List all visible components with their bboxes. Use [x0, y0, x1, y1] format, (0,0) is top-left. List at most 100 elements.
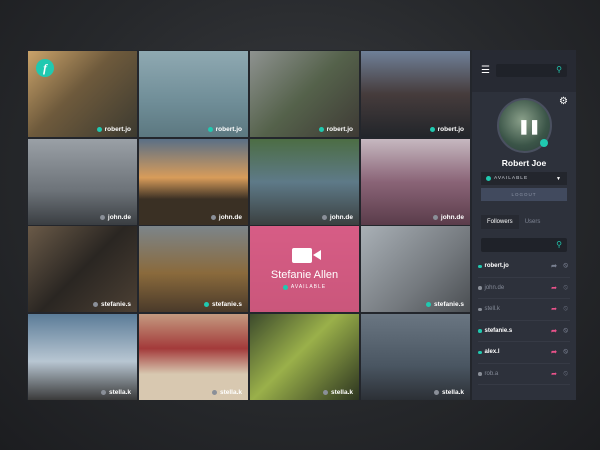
tile-username: stefanie.s [101, 301, 131, 308]
tile-username: john.de [440, 213, 464, 221]
photo-tile[interactable]: stefanie.s [139, 226, 248, 312]
status-dot [478, 350, 482, 354]
tab-followers[interactable]: Followers [481, 215, 519, 229]
status-dot [322, 389, 328, 395]
status-label: AVAILABLE [494, 176, 529, 181]
status-dot [207, 127, 213, 132]
tile-user[interactable]: john.de [210, 214, 242, 221]
video-camera-icon[interactable] [291, 248, 321, 263]
status-dot [99, 214, 105, 220]
tile-user[interactable]: john.de [432, 213, 464, 221]
status-dot [96, 127, 102, 132]
tile-username: robert.jo [215, 126, 242, 133]
status-dot [478, 372, 482, 376]
followers-search-input[interactable]: ⚲ [481, 238, 567, 252]
share-icon[interactable]: ➦ [551, 305, 557, 313]
status-dot [486, 176, 491, 181]
list-item[interactable]: robert.jo ➦ ⦸ [478, 256, 570, 278]
tile-user[interactable]: stefanie.s [204, 301, 242, 308]
block-icon[interactable]: ⦸ [563, 348, 568, 356]
status-dot [321, 214, 327, 220]
tile-user[interactable]: stella.k [322, 389, 353, 396]
block-icon[interactable]: ⦸ [563, 262, 568, 270]
search-icon[interactable]: ⚲ [556, 240, 562, 249]
status-label: AVAILABLE [290, 284, 327, 290]
tab-users[interactable]: Users [519, 215, 547, 229]
photo-tile[interactable]: robert.jo [139, 51, 248, 137]
tile-user[interactable]: stella.k [433, 389, 464, 396]
status-dot [478, 286, 482, 290]
photo-tile[interactable]: stella.k [139, 313, 248, 400]
logout-button[interactable]: LOGOUT [481, 188, 567, 201]
highlight-status: AVAILABLE [282, 284, 327, 290]
tile-user[interactable]: stefanie.s [93, 301, 131, 308]
list-item[interactable]: rob.a ➦ ⦸ [478, 364, 570, 385]
photo-tile[interactable]: f robert.jo [28, 51, 137, 137]
photo-tile[interactable]: john.de [361, 138, 470, 225]
tile-username: stefanie.s [212, 301, 242, 308]
menu-icon[interactable]: ☰ [481, 65, 490, 76]
status-dot [100, 389, 106, 395]
photo-tile[interactable]: stefanie.s [361, 226, 470, 312]
status-dropdown[interactable]: AVAILABLE ▼ [481, 172, 567, 185]
status-dot [282, 284, 288, 290]
photo-tile[interactable]: john.de [139, 138, 248, 225]
photo-tile[interactable]: stella.k [361, 313, 470, 400]
online-indicator [540, 139, 548, 147]
follower-name: john.de [484, 284, 505, 291]
photo-tile[interactable]: stella.k [28, 313, 137, 400]
list-item[interactable]: alex.l ➦ ⦸ [478, 342, 570, 364]
sidebar-header: ☰ ⚲ [472, 50, 576, 92]
tile-user[interactable]: robert.jo [207, 126, 242, 133]
search-icon[interactable]: ⚲ [556, 65, 562, 74]
photo-tile[interactable]: Stefanie Allen AVAILABLE [250, 226, 359, 312]
sidebar: ☰ ⚲ ⚙ ❚❚ Robert Joe AVAILABLE ▼ LOGOUT Fo… [472, 50, 576, 400]
profile-name: Robert Joe [501, 158, 547, 168]
photo-tile[interactable]: stefanie.s [28, 226, 137, 312]
list-item[interactable]: stefanie.s ➦ ⦸ [478, 321, 570, 342]
tile-user[interactable]: stella.k [211, 388, 242, 396]
share-icon[interactable]: ➦ [551, 262, 557, 270]
tile-user[interactable]: robert.jo [96, 126, 131, 133]
tile-username: john.de [329, 213, 353, 221]
photo-tile[interactable]: john.de [28, 138, 137, 225]
block-icon[interactable]: ⦸ [563, 327, 568, 335]
share-icon[interactable]: ➦ [551, 284, 557, 292]
tile-user[interactable]: stella.k [100, 388, 131, 396]
list-item[interactable]: stell.k ➦ ⦸ [478, 299, 570, 321]
photo-tile[interactable]: robert.jo [250, 51, 359, 137]
tile-user[interactable]: john.de [99, 214, 131, 221]
photo-tile[interactable]: john.de [250, 138, 359, 225]
block-icon[interactable]: ⦸ [563, 284, 568, 292]
app-window: f robert.jo robert.jo robert.jo robert.jo joh… [27, 50, 576, 400]
gear-icon[interactable]: ⚙ [559, 96, 568, 107]
tile-username: robert.jo [326, 126, 353, 133]
status-dot [433, 389, 439, 395]
list-item[interactable]: john.de ➦ ⦸ [478, 278, 570, 299]
follower-name: stefanie.s [484, 327, 513, 334]
status-dot [478, 307, 482, 311]
tile-username: stella.k [219, 388, 242, 396]
tile-user[interactable]: stefanie.s [426, 301, 464, 308]
photo-tile[interactable]: robert.jo [361, 51, 470, 137]
search-input[interactable]: ⚲ [496, 64, 567, 77]
photo-tile[interactable]: stella.k [250, 313, 359, 400]
block-icon[interactable]: ⦸ [563, 305, 568, 313]
share-icon[interactable]: ➦ [551, 327, 557, 335]
tile-username: stefanie.s [434, 301, 464, 308]
share-icon[interactable]: ➦ [551, 370, 557, 378]
tile-username: stella.k [108, 388, 131, 396]
tile-username: robert.jo [104, 126, 131, 133]
status-dot [93, 302, 98, 307]
follower-name: stell.k [484, 306, 500, 313]
tile-user[interactable]: john.de [321, 213, 353, 221]
tile-user[interactable]: robert.jo [429, 126, 464, 133]
highlight-name: Stefanie Allen [270, 269, 339, 281]
share-icon[interactable]: ➦ [551, 348, 557, 356]
pause-icon[interactable]: ❚❚ [518, 118, 540, 135]
block-icon[interactable]: ⦸ [563, 370, 568, 378]
logo: f [36, 59, 54, 77]
followers-list: robert.jo ➦ ⦸ john.de ➦ ⦸ stell.k ➦ ⦸ stefanie.s ➦… [478, 256, 570, 385]
tile-user[interactable]: robert.jo [318, 126, 353, 133]
avatar[interactable]: ❚❚ [497, 98, 552, 153]
